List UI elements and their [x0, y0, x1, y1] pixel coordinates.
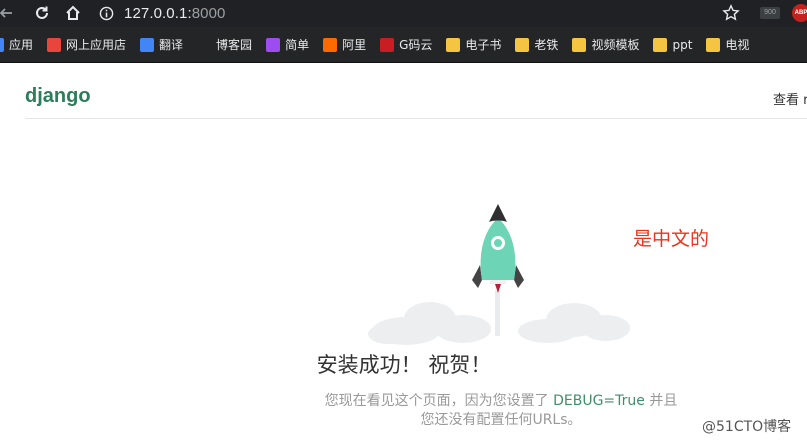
- jianshu-icon: [266, 37, 281, 52]
- bookmark-item[interactable]: 电子书: [446, 36, 501, 53]
- bookmark-label: ppt: [672, 37, 693, 52]
- page-content: django 查看 r 是中文的 安装成功！ 祝贺！ 您现在看见这个页面，因为您…: [0, 64, 807, 446]
- bookmark-item[interactable]: 网上应用店: [47, 36, 126, 53]
- aliyun-icon: [323, 37, 338, 52]
- url-text[interactable]: 127.0.0.1:8000: [124, 5, 226, 22]
- bookmark-label: 老铁: [534, 38, 559, 52]
- star-icon[interactable]: [722, 4, 740, 22]
- bookmark-item[interactable]: 阿里: [323, 36, 366, 53]
- arrow-left-icon: [0, 8, 12, 18]
- home-button[interactable]: [63, 3, 83, 23]
- folder-icon: [515, 37, 530, 52]
- rocket-illustration: [368, 204, 630, 345]
- rocket-nose: [489, 204, 507, 222]
- url-port: 8000: [191, 4, 226, 22]
- bookmark-item[interactable]: 电视: [706, 36, 749, 53]
- bookmark-item[interactable]: 视频模板: [572, 36, 639, 53]
- bookmark-label: 电视: [725, 38, 750, 52]
- description-text-end: 并且: [644, 393, 678, 409]
- watermark: @51CTO博客: [702, 419, 792, 435]
- browser-toolbar: 127.0.0.1:8000 900 ABP: [0, 0, 807, 27]
- bookmark-item[interactable]: 翻译: [140, 36, 183, 53]
- gitee-icon: [380, 37, 395, 52]
- description-line2: 您还没有配置任何URLs。: [420, 412, 582, 428]
- blog-icon: [197, 37, 212, 52]
- apps-icon: [0, 37, 4, 52]
- info-icon[interactable]: [98, 5, 114, 21]
- folder-icon: [446, 37, 461, 52]
- address-bar[interactable]: 127.0.0.1:8000: [98, 2, 763, 24]
- rocket-fin-right: [514, 265, 524, 288]
- reload-button[interactable]: [32, 3, 52, 23]
- home-icon: [66, 5, 80, 20]
- exhaust-trail: [495, 290, 500, 336]
- translate-icon: [140, 37, 155, 52]
- bookmark-label: 视频模板: [591, 38, 640, 52]
- url-host: 127.0.0.1:: [124, 4, 192, 22]
- description-text: 您现在看见这个页面，因为您设置了: [324, 393, 554, 409]
- folder-icon: [706, 37, 721, 52]
- header-divider: [25, 118, 807, 119]
- bookmark-label: 应用: [9, 38, 34, 52]
- rocket-base: [490, 280, 506, 284]
- bookmark-item[interactable]: ppt: [653, 37, 693, 52]
- bookmark-label: G码云: [399, 38, 433, 52]
- extension-icon[interactable]: 900: [760, 7, 780, 19]
- folder-icon: [653, 37, 668, 52]
- bookmark-item[interactable]: 博客园: [197, 36, 252, 53]
- adblock-icon[interactable]: ABP: [792, 4, 807, 22]
- header-link[interactable]: 查看 r: [773, 89, 807, 108]
- success-title: 安装成功！ 祝贺！: [316, 353, 492, 377]
- annotation-text: 是中文的: [633, 228, 710, 250]
- cloud-right: [518, 303, 630, 343]
- back-button[interactable]: [0, 3, 16, 23]
- web-store-icon: [47, 37, 62, 52]
- bookmark-label: 博客园: [216, 38, 253, 52]
- reload-icon: [36, 6, 48, 19]
- description: 您现在看见这个页面，因为您设置了 DEBUG=True 并且 您还没有配置任何U…: [306, 392, 696, 430]
- bookmark-label: 电子书: [465, 38, 502, 52]
- bookmarks-bar: 应用 网上应用店 翻译 博客园 简单 阿里 G码云 电子书 老铁 视频模板 ppt 电视: [0, 27, 807, 63]
- folder-icon: [572, 37, 587, 52]
- cloud-left: [368, 302, 491, 345]
- bookmark-label: 网上应用店: [66, 38, 127, 52]
- bookmark-label: 翻译: [159, 38, 184, 52]
- bookmark-item[interactable]: 老铁: [515, 36, 558, 53]
- debug-setting-link[interactable]: DEBUG=True: [553, 393, 645, 409]
- bookmark-item[interactable]: 简单: [266, 36, 309, 53]
- django-logo[interactable]: django: [25, 85, 91, 108]
- rocket-fin-left: [472, 265, 482, 288]
- bookmark-label: 阿里: [342, 38, 367, 52]
- bookmark-label: 简单: [285, 38, 310, 52]
- bookmark-item[interactable]: G码云: [380, 36, 432, 53]
- bookmark-item[interactable]: 应用: [0, 36, 33, 53]
